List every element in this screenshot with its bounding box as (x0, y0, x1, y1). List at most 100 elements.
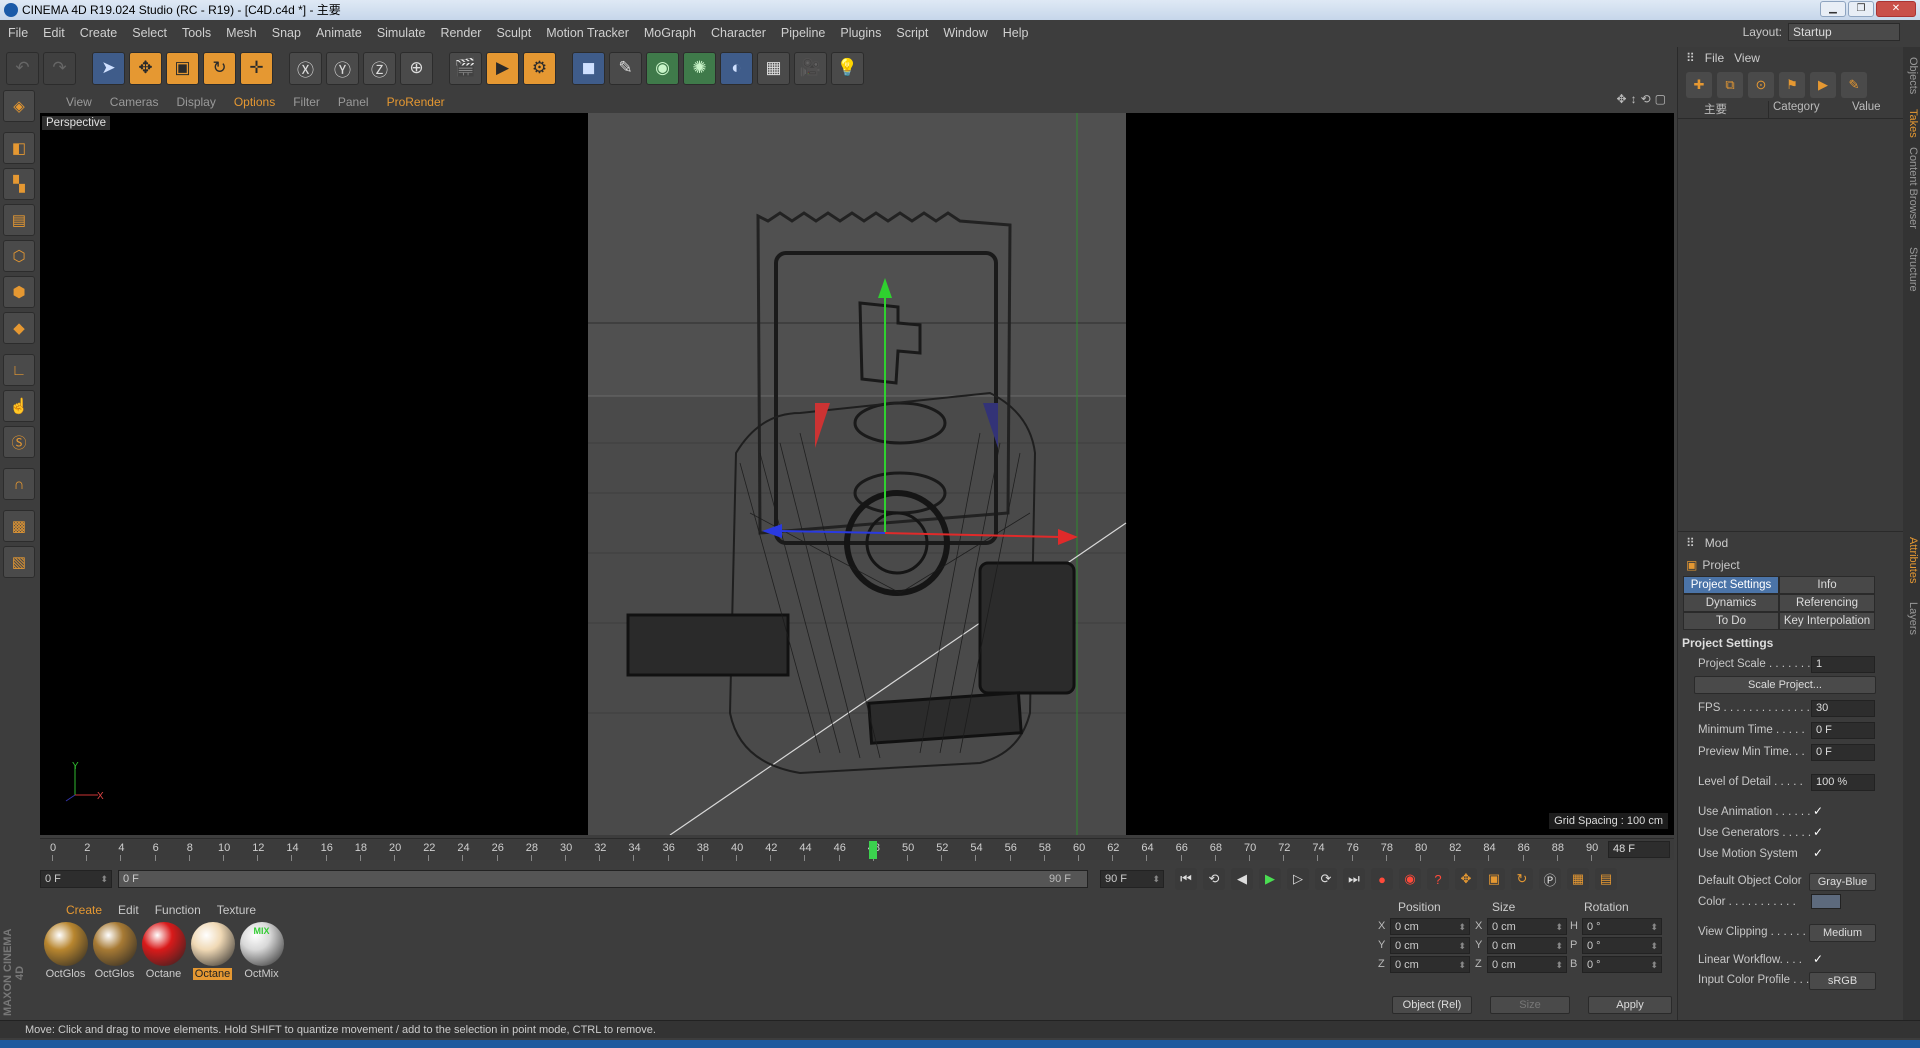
material-item[interactable]: OctGlos (91, 922, 138, 984)
stepper-arrows-icon[interactable]: ⬍ (1555, 938, 1563, 954)
input-profile-dropdown[interactable]: sRGB (1809, 972, 1876, 990)
planar-workplane-icon[interactable]: ▧ (3, 546, 35, 578)
use-animation-checkbox[interactable]: ✓ (1813, 804, 1823, 818)
take-auto-icon[interactable]: ✎ (1841, 72, 1867, 98)
menu-mograph[interactable]: MoGraph (644, 26, 696, 40)
coord-size-field[interactable]: 0 cm ⬍ (1487, 956, 1567, 973)
min-time-field[interactable]: 0 F (1811, 722, 1875, 739)
apply-button[interactable]: Apply (1588, 996, 1672, 1014)
side-tab-structure[interactable]: Structure (1904, 247, 1919, 292)
project-scale-field[interactable]: 1 (1811, 656, 1875, 673)
next-frame-icon[interactable]: ▷ (1287, 868, 1309, 890)
autokey-icon[interactable]: ◉ (1399, 868, 1421, 890)
tab-project-settings[interactable]: Project Settings (1683, 576, 1779, 594)
goto-end-icon[interactable]: ⏭ (1343, 868, 1365, 890)
take-lock-icon[interactable]: ⚑ (1779, 72, 1805, 98)
viewport-nav-icons[interactable]: ✥↕⟲▢ (1617, 92, 1670, 106)
render-picture-viewer-icon[interactable]: ▶ (486, 51, 519, 85)
view-clipping-dropdown[interactable]: Medium (1809, 924, 1876, 942)
tab-dynamics[interactable]: Dynamics (1683, 594, 1779, 612)
material-item[interactable]: Octane (189, 922, 236, 984)
color-swatch[interactable] (1811, 894, 1841, 909)
linear-workflow-checkbox[interactable]: ✓ (1813, 952, 1823, 966)
menu-simulate[interactable]: Simulate (377, 26, 426, 40)
viewport-menu-options[interactable]: Options (234, 95, 275, 109)
menu-motion-tracker[interactable]: Motion Tracker (546, 26, 629, 40)
magnet-icon[interactable]: ∩ (3, 468, 35, 500)
scale-tool-icon[interactable]: ▣ (166, 51, 199, 85)
lock-workplane-icon[interactable]: ▩ (3, 510, 35, 542)
timeline-icon[interactable]: ▤ (1595, 868, 1617, 890)
coord-pos-field[interactable]: 0 cm ⬍ (1390, 956, 1470, 973)
material-item[interactable]: MIX OctMix (238, 922, 285, 984)
stepper-arrows-icon[interactable]: ⬍ (1458, 919, 1466, 935)
key-parameter-icon[interactable]: Ⓟ (1539, 868, 1561, 890)
scale-project-button[interactable]: Scale Project... (1694, 676, 1876, 694)
axis-mode-icon[interactable]: ∟ (3, 354, 35, 386)
end-frame-field[interactable]: 90 F ⬍ (1100, 870, 1164, 888)
menu-animate[interactable]: Animate (316, 26, 362, 40)
z-axis-lock-icon[interactable]: Ⓩ (363, 51, 396, 85)
prev-key-icon[interactable]: ⟲ (1203, 868, 1225, 890)
menu-plugins[interactable]: Plugins (840, 26, 881, 40)
floor-icon[interactable]: ▦ (757, 51, 790, 85)
playhead-marker[interactable] (868, 841, 877, 859)
coord-rot-field[interactable]: 0 ° ⬍ (1582, 937, 1662, 954)
use-motion-checkbox[interactable]: ✓ (1813, 846, 1823, 860)
take-clone-icon[interactable]: ⧉ (1717, 72, 1743, 98)
array-icon[interactable]: ✺ (683, 51, 716, 85)
move-tool-icon[interactable]: ✥ (129, 51, 162, 85)
stepper-arrows-icon[interactable]: ⬍ (1458, 957, 1466, 973)
render-settings-icon[interactable]: ⚙ (523, 51, 556, 85)
viewport-menu-display[interactable]: Display (176, 95, 215, 109)
cube-icon[interactable]: ◼ (572, 51, 605, 85)
x-axis-lock-icon[interactable]: Ⓧ (289, 51, 322, 85)
take-override-icon[interactable]: ⊙ (1748, 72, 1774, 98)
menu-create[interactable]: Create (80, 26, 118, 40)
material-item[interactable]: Octane (140, 922, 187, 984)
viewport-menu-view[interactable]: View (66, 95, 92, 109)
material-menu-create[interactable]: Create (66, 903, 102, 917)
objects-grip-icon[interactable]: ⠿ (1686, 51, 1695, 65)
pen-spline-icon[interactable]: ✎ (609, 51, 642, 85)
layout-dropdown[interactable]: Startup (1788, 23, 1900, 41)
stepper-arrows-icon[interactable]: ⬍ (1555, 919, 1563, 935)
camera-icon[interactable]: 🎥 (794, 51, 827, 85)
points-mode-icon[interactable]: ⬡ (3, 240, 35, 272)
menu-script[interactable]: Script (896, 26, 928, 40)
current-frame-field[interactable]: 48 F (1608, 841, 1670, 858)
tab-referencing[interactable]: Referencing (1779, 594, 1875, 612)
menu-window[interactable]: Window (943, 26, 987, 40)
subdivision-icon[interactable]: ◉ (646, 51, 679, 85)
coord-size-field[interactable]: 0 cm ⬍ (1487, 918, 1567, 935)
redo-icon[interactable]: ↷ (43, 51, 76, 85)
menu-mesh[interactable]: Mesh (226, 26, 257, 40)
start-frame-field[interactable]: 0 F ⬍ (40, 870, 112, 888)
side-tab-takes[interactable]: Takes (1904, 109, 1919, 138)
menu-render[interactable]: Render (440, 26, 481, 40)
coord-pos-field[interactable]: 0 cm ⬍ (1390, 937, 1470, 954)
use-generators-checkbox[interactable]: ✓ (1813, 825, 1823, 839)
edges-mode-icon[interactable]: ⬢ (3, 276, 35, 308)
timeline-ruler[interactable]: 48 F 0 2 4 6 8 10 12 14 16 18 20 22 24 26 28 30 32 34 36 38… (40, 838, 1674, 861)
material-menu-function[interactable]: Function (155, 903, 201, 917)
key-scale-icon[interactable]: ▣ (1483, 868, 1505, 890)
live-selection-icon[interactable]: ✛ (240, 51, 273, 85)
light-icon[interactable]: 💡 (831, 51, 864, 85)
attributes-grip-icon[interactable]: ⠿ (1686, 536, 1695, 550)
preview-min-field[interactable]: 0 F (1811, 744, 1875, 761)
coordinate-mode-dropdown[interactable]: Object (Rel) (1392, 996, 1472, 1014)
take-render-icon[interactable]: ▶ (1810, 72, 1836, 98)
texture-mode-icon[interactable]: ▚ (3, 168, 35, 200)
coordinate-system-icon[interactable]: ⊕ (400, 51, 433, 85)
maximize-button[interactable]: ❐ (1848, 1, 1874, 17)
close-button[interactable]: ✕ (1876, 1, 1916, 17)
material-menu-texture[interactable]: Texture (217, 903, 256, 917)
select-tool-icon[interactable]: ➤ (92, 51, 125, 85)
deformer-icon[interactable]: ◐ (720, 51, 753, 85)
menu-pipeline[interactable]: Pipeline (781, 26, 825, 40)
viewport-menu-prorender[interactable]: ProRender (387, 95, 445, 109)
menu-select[interactable]: Select (132, 26, 167, 40)
coord-rot-field[interactable]: 0 ° ⬍ (1582, 956, 1662, 973)
fps-field[interactable]: 30 (1811, 700, 1875, 717)
